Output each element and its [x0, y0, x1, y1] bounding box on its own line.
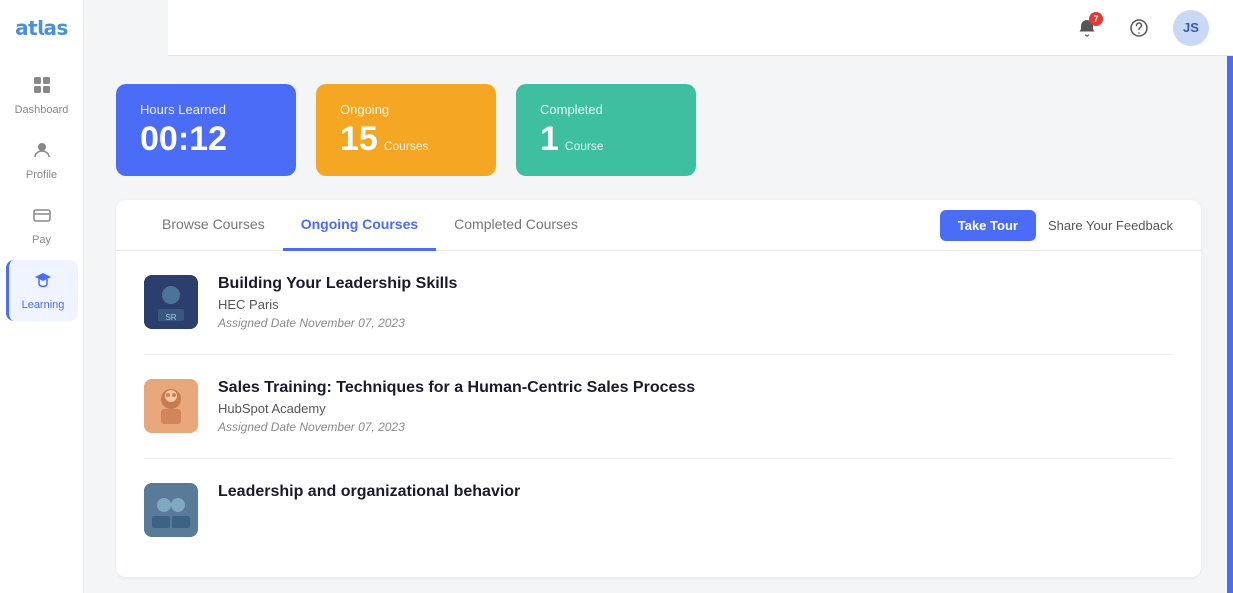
course-info: Leadership and organizational behavior — [218, 483, 1173, 505]
course-date: Assigned Date November 07, 2023 — [218, 420, 1173, 434]
sidebar-item-learning[interactable]: Learning — [6, 260, 78, 321]
sidebar-nav: Dashboard Profile Pay — [0, 65, 83, 321]
main-content: Hours Learned 00:12 Ongoing 15 Courses C… — [84, 56, 1233, 593]
share-feedback-button[interactable]: Share Your Feedback — [1048, 218, 1173, 233]
pay-label: Pay — [32, 234, 51, 246]
tab-ongoing[interactable]: Ongoing Courses — [283, 200, 436, 251]
hours-label: Hours Learned — [140, 102, 272, 117]
stat-card-ongoing: Ongoing 15 Courses — [316, 84, 496, 176]
user-avatar[interactable]: JS — [1173, 10, 1209, 46]
list-item[interactable]: SR Building Your Leadership Skills HEC P… — [144, 251, 1173, 355]
profile-icon — [32, 140, 52, 165]
learning-label: Learning — [22, 299, 65, 311]
course-title: Sales Training: Techniques for a Human-C… — [218, 379, 1173, 397]
course-info: Building Your Leadership Skills HEC Pari… — [218, 275, 1173, 330]
course-thumbnail — [144, 483, 198, 537]
stat-cards-row: Hours Learned 00:12 Ongoing 15 Courses C… — [116, 84, 1201, 176]
course-provider: HubSpot Academy — [218, 401, 1173, 416]
pay-icon — [32, 205, 52, 230]
take-tour-button[interactable]: Take Tour — [940, 210, 1036, 241]
svg-text:SR: SR — [165, 313, 176, 322]
course-date: Assigned Date November 07, 2023 — [218, 316, 1173, 330]
dashboard-icon — [32, 75, 52, 100]
stat-card-hours: Hours Learned 00:12 — [116, 84, 296, 176]
course-list: SR Building Your Leadership Skills HEC P… — [116, 251, 1201, 561]
list-item[interactable]: Sales Training: Techniques for a Human-C… — [144, 355, 1173, 459]
course-title: Building Your Leadership Skills — [218, 275, 1173, 293]
completed-label: Completed — [540, 102, 672, 117]
avatar-initials: JS — [1183, 20, 1199, 35]
course-thumbnail: SR — [144, 275, 198, 329]
help-button[interactable] — [1121, 10, 1157, 46]
tabs-list: Browse Courses Ongoing Courses Completed… — [144, 200, 596, 250]
completed-sub: Course — [565, 139, 604, 153]
ongoing-value: 15 — [340, 121, 378, 158]
profile-label: Profile — [26, 169, 57, 181]
sidebar-item-profile[interactable]: Profile — [6, 130, 78, 191]
notification-badge: 7 — [1089, 12, 1103, 26]
dashboard-label: Dashboard — [15, 104, 69, 116]
list-item[interactable]: Leadership and organizational behavior — [144, 459, 1173, 561]
tabs-actions: Take Tour Share Your Feedback — [940, 210, 1173, 241]
app-logo: 𝗮𝘁𝗹𝗮𝘀 — [15, 16, 68, 41]
ongoing-sub: Courses — [384, 139, 429, 153]
course-thumbnail — [144, 379, 198, 433]
hours-value: 00:12 — [140, 121, 272, 158]
ongoing-label: Ongoing — [340, 102, 472, 117]
accent-bar — [1227, 0, 1233, 593]
tab-browse[interactable]: Browse Courses — [144, 200, 283, 251]
sidebar: 𝗮𝘁𝗹𝗮𝘀 Dashboard Profile — [0, 0, 84, 593]
topbar: 7 JS — [168, 0, 1233, 56]
notification-button[interactable]: 7 — [1069, 10, 1105, 46]
stat-card-completed: Completed 1 Course — [516, 84, 696, 176]
tabs-bar: Browse Courses Ongoing Courses Completed… — [116, 200, 1201, 251]
completed-value: 1 — [540, 121, 559, 158]
tab-completed[interactable]: Completed Courses — [436, 200, 596, 251]
course-panel: Browse Courses Ongoing Courses Completed… — [116, 200, 1201, 577]
learning-icon — [33, 270, 53, 295]
course-info: Sales Training: Techniques for a Human-C… — [218, 379, 1173, 434]
sidebar-item-pay[interactable]: Pay — [6, 195, 78, 256]
logo-text: 𝗮𝘁𝗹𝗮𝘀 — [15, 18, 68, 40]
course-title: Leadership and organizational behavior — [218, 483, 1173, 501]
course-provider: HEC Paris — [218, 297, 1173, 312]
sidebar-item-dashboard[interactable]: Dashboard — [6, 65, 78, 126]
